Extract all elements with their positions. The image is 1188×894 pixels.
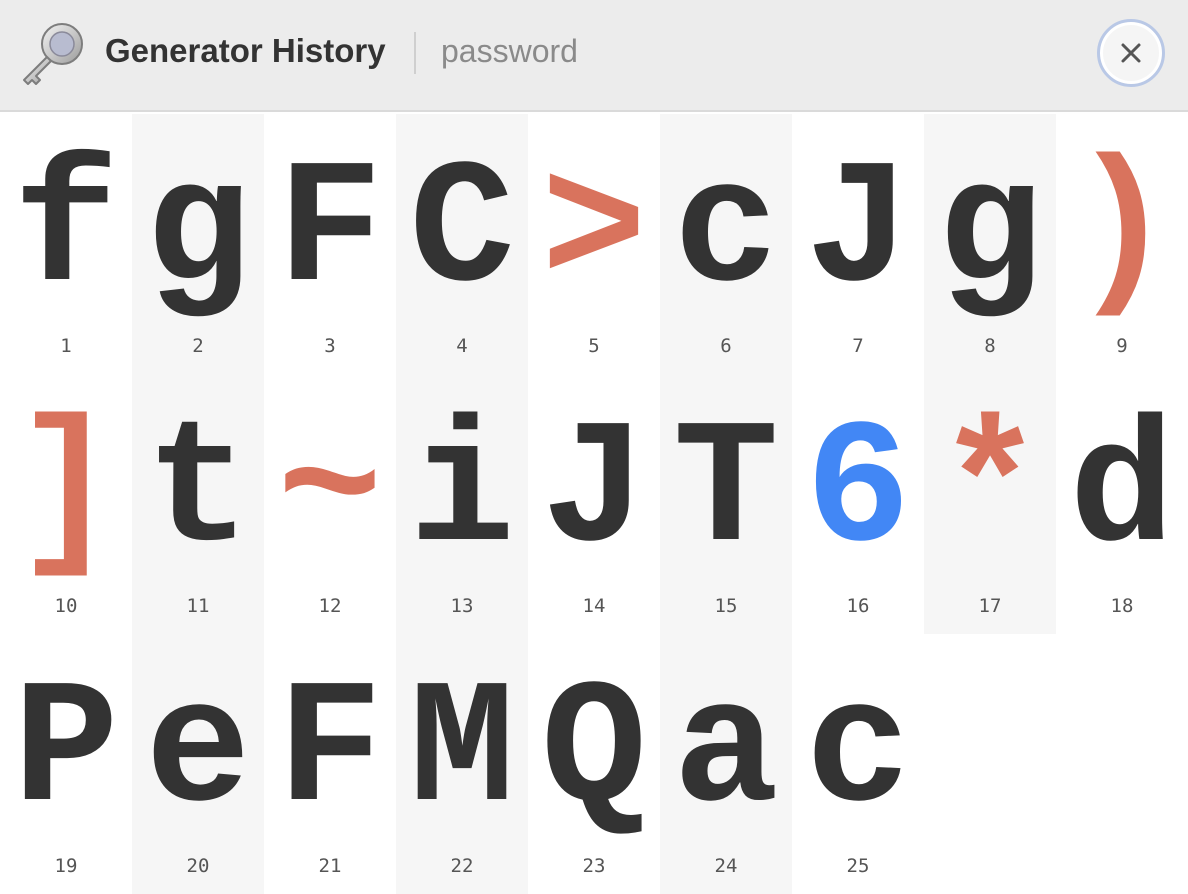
character-grid: f 1 g 2 F 3 C 4 >5 c 6 J 7 g 8) 9] 10 t 11 ~12 i 13 J 14 T 15 6 16 *…: [0, 114, 1188, 894]
character-index: 4: [456, 335, 468, 357]
password-character: 6: [805, 392, 911, 592]
character-cell: t 11: [132, 374, 264, 634]
password-character: ]: [13, 392, 119, 592]
password-character: f: [13, 132, 119, 332]
password-character: c: [673, 132, 779, 332]
close-icon: [1121, 43, 1141, 63]
character-index: 13: [450, 595, 474, 617]
password-character: e: [145, 652, 251, 852]
character-cell: F3: [264, 114, 396, 374]
password-character: T: [673, 392, 779, 592]
password-character: J: [805, 132, 911, 332]
password-character: i: [409, 392, 515, 592]
character-cell: M 22: [396, 634, 528, 894]
password-character: d: [1069, 392, 1175, 592]
character-cell: d 18: [1056, 374, 1188, 634]
character-index: 5: [588, 335, 600, 357]
character-cell: g2: [132, 114, 264, 374]
password-character: a: [673, 652, 779, 852]
character-index: 23: [582, 855, 606, 877]
character-cell: ] 10: [0, 374, 132, 634]
character-index: 16: [846, 595, 870, 617]
character-cell: Q 23: [528, 634, 660, 894]
character-index: 7: [852, 335, 864, 357]
character-index: 19: [54, 855, 78, 877]
password-character: t: [145, 392, 251, 592]
character-cell: e 20: [132, 634, 264, 894]
character-cell: * 17: [924, 374, 1056, 634]
character-index: 15: [714, 595, 738, 617]
password-character: P: [13, 652, 119, 852]
character-index: 2: [192, 335, 204, 357]
password-character: c: [805, 652, 911, 852]
character-index: 14: [582, 595, 606, 617]
character-index: 24: [714, 855, 738, 877]
character-index: 9: [1116, 335, 1128, 357]
character-cell: f1: [0, 114, 132, 374]
character-index: 22: [450, 855, 474, 877]
character-cell: C4: [396, 114, 528, 374]
character-index: 3: [324, 335, 336, 357]
password-character: C: [409, 132, 515, 332]
close-button[interactable]: [1097, 19, 1165, 87]
character-index: 12: [318, 595, 342, 617]
character-cell: c6: [660, 114, 792, 374]
character-index: 6: [720, 335, 732, 357]
character-cell: a 24: [660, 634, 792, 894]
character-index: 11: [186, 595, 210, 617]
character-cell: 6 16: [792, 374, 924, 634]
character-cell: ~12: [264, 374, 396, 634]
password-character: J: [541, 392, 647, 592]
character-index: 20: [186, 855, 210, 877]
password-character: ): [1069, 132, 1175, 332]
character-cell: >5: [528, 114, 660, 374]
password-character: F: [277, 652, 383, 852]
character-cell: J 14: [528, 374, 660, 634]
password-character: g: [145, 132, 251, 332]
character-cell: J7: [792, 114, 924, 374]
password-character: >: [541, 132, 647, 332]
title-divider: [414, 32, 416, 74]
history-type-label: password: [441, 33, 578, 69]
character-cell: i 13: [396, 374, 528, 634]
password-character: ~: [277, 392, 383, 592]
key-icon: [23, 23, 83, 85]
character-cell: P 19: [0, 634, 132, 894]
password-character: F: [277, 132, 383, 332]
character-index: 10: [54, 595, 78, 617]
character-cell: T 15: [660, 374, 792, 634]
character-index: 18: [1110, 595, 1134, 617]
password-character: Q: [541, 652, 647, 852]
character-cell: F 21: [264, 634, 396, 894]
character-cell: ) 9: [1056, 114, 1188, 374]
password-character: *: [937, 392, 1043, 592]
character-index: 17: [978, 595, 1002, 617]
password-character: g: [937, 132, 1043, 332]
password-character: M: [409, 652, 515, 852]
character-index: 1: [60, 335, 72, 357]
header-bar: Generator History password: [0, 0, 1188, 112]
character-index: 25: [846, 855, 870, 877]
window-title: Generator History: [105, 32, 386, 69]
character-index: 21: [318, 855, 342, 877]
character-cell: g8: [924, 114, 1056, 374]
character-index: 8: [984, 335, 996, 357]
character-cell: c 25: [792, 634, 924, 894]
